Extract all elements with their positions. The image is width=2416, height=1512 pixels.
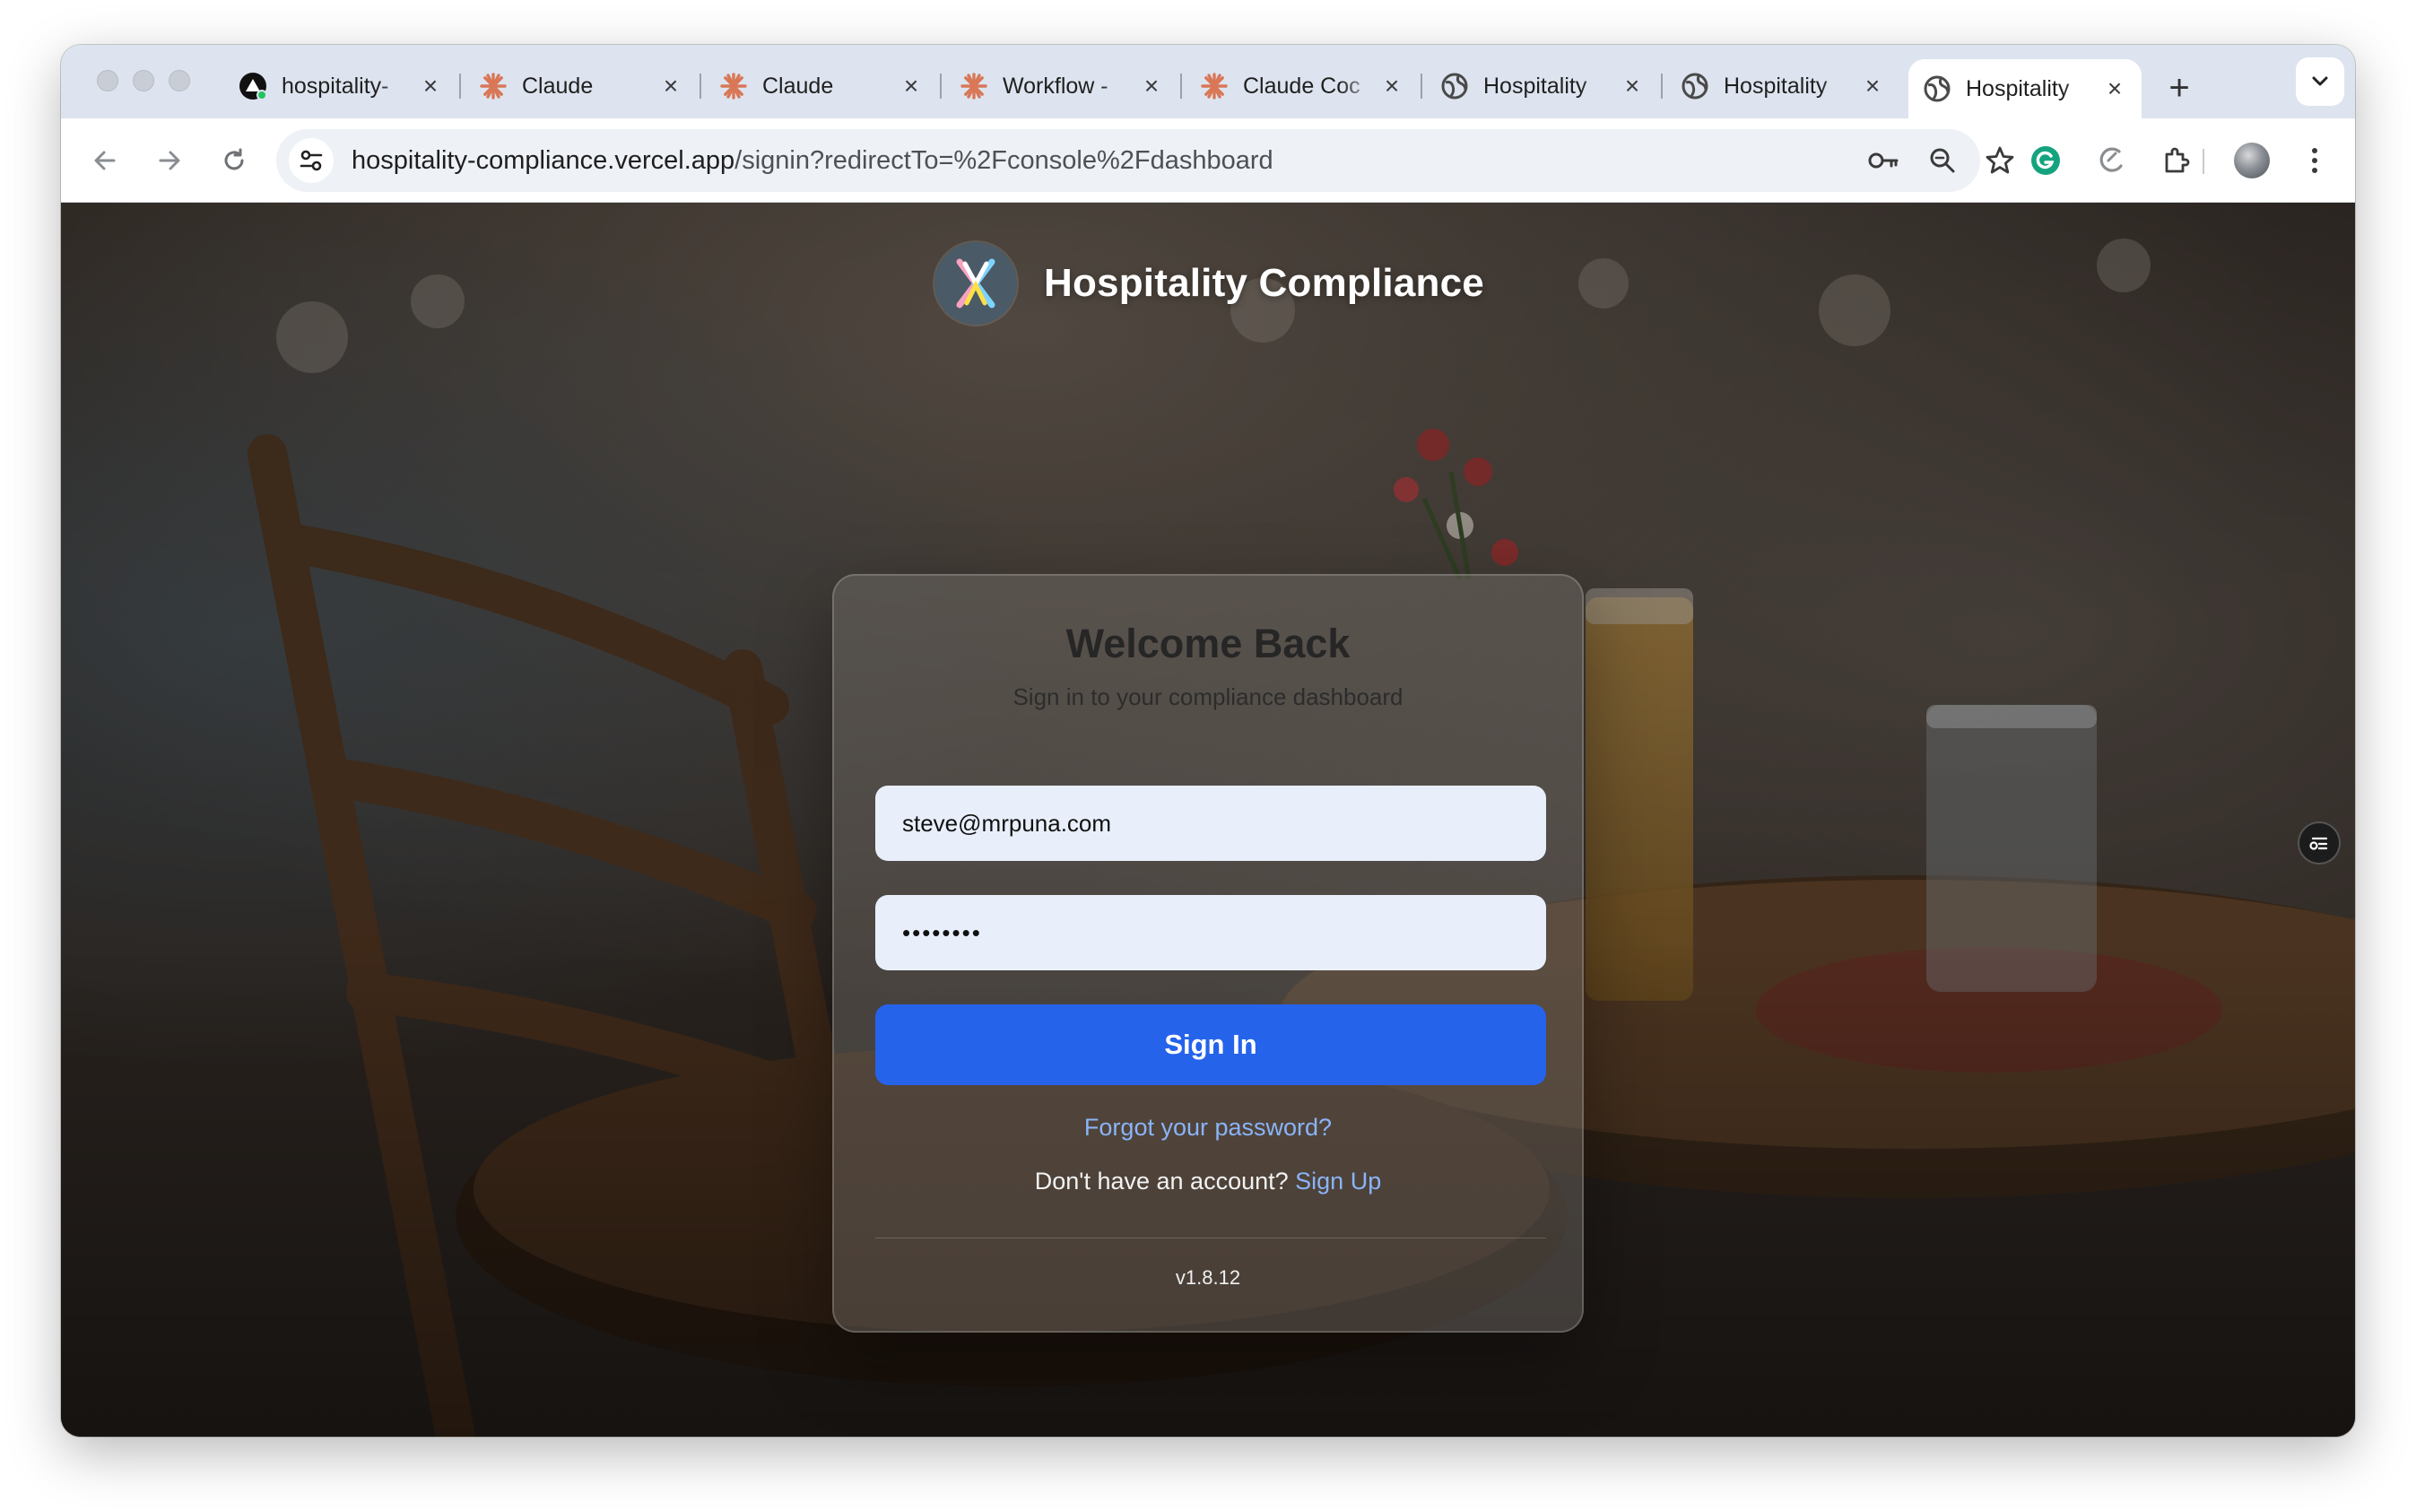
sign-in-button[interactable]: Sign In [875, 1004, 1546, 1085]
signin-subtitle: Sign in to your compliance dashboard [1012, 683, 1404, 710]
signin-card: Welcome Back Sign in to your compliance … [832, 574, 1584, 1333]
tab-title: hospitality- [282, 73, 389, 99]
browser-tab[interactable]: hospitality- × [239, 59, 445, 113]
url-path: /signin?redirectTo=%2Fconsole%2Fdashboar… [734, 146, 1273, 175]
brand-logo-icon [934, 242, 1017, 325]
browser-tab[interactable]: Claude × [719, 59, 926, 113]
claude-icon [719, 72, 748, 100]
brand-name: Hospitality Compliance [1044, 261, 1484, 305]
globe-icon [1681, 72, 1709, 100]
window-minimize-button[interactable] [133, 70, 154, 91]
url-host: hospitality-compliance.vercel.app [352, 146, 735, 175]
globe-icon [1923, 74, 1951, 103]
tab-separator [1661, 74, 1663, 99]
tab-search-button[interactable] [2296, 57, 2344, 106]
browser-tab[interactable]: Hospitality × [1681, 59, 1887, 113]
tab-separator [1421, 74, 1422, 99]
reload-button[interactable] [212, 138, 256, 183]
tab-title: Claude [762, 73, 834, 99]
extension-button[interactable] [2090, 138, 2134, 183]
new-tab-button[interactable]: + [2160, 68, 2199, 108]
close-tab-icon[interactable]: × [1618, 72, 1647, 100]
arrow-left-icon [94, 151, 116, 170]
avatar [2234, 143, 2270, 178]
grammarly-icon [2031, 146, 2060, 175]
email-field[interactable]: steve@mrpuna.com [875, 786, 1546, 861]
reload-icon [224, 148, 244, 170]
browser-tab[interactable]: Claude Coc × [1200, 59, 1406, 113]
zoom-icon [1930, 148, 1955, 173]
tab-title: Hospitality [1483, 73, 1587, 99]
tab-separator [459, 74, 461, 99]
close-tab-icon[interactable]: × [897, 72, 926, 100]
tab-title: Claude [522, 73, 594, 99]
signin-title: Welcome Back [1065, 621, 1351, 666]
forgot-password-link[interactable]: Forgot your password? [834, 1114, 1582, 1142]
bookmark-star-button[interactable] [1980, 141, 2020, 180]
forward-button[interactable] [147, 138, 192, 183]
close-tab-icon[interactable]: × [1377, 72, 1406, 100]
brand-header: Hospitality Compliance [934, 242, 1484, 325]
signup-prompt: Don't have an account? Sign Up [834, 1168, 1582, 1195]
tab-title: Hospitality [1966, 75, 2070, 101]
list-toggle-icon [2309, 837, 2328, 850]
close-tab-icon[interactable]: × [1858, 72, 1887, 100]
site-info-button[interactable] [289, 138, 334, 183]
tab-separator [1180, 74, 1182, 99]
tab-title: Hospitality [1724, 73, 1828, 99]
close-tab-icon[interactable]: × [656, 72, 685, 100]
arrow-right-icon [159, 151, 180, 170]
kebab-menu-icon [2312, 148, 2317, 173]
zoom-button[interactable] [1923, 141, 1962, 180]
page-content: Hospitality Compliance Welcome Back Sign… [61, 203, 2355, 1437]
app-version: v1.8.12 [1175, 1266, 1241, 1289]
sign-up-link[interactable]: Sign Up [1295, 1168, 1381, 1195]
claude-icon [960, 72, 988, 100]
tab-separator [940, 74, 942, 99]
key-icon [1868, 152, 1899, 169]
email-value: steve@mrpuna.com [902, 809, 1112, 837]
globe-icon [1440, 72, 1469, 100]
puzzle-piece-icon [2165, 147, 2190, 173]
tab-separator [700, 74, 701, 99]
chevron-down-icon [2312, 76, 2328, 86]
browser-menu-button[interactable] [2292, 138, 2337, 183]
close-tab-icon[interactable]: × [416, 72, 445, 100]
url-text[interactable]: hospitality-compliance.vercel.app/signin… [352, 146, 1273, 176]
tab-title: Claude Coc [1243, 73, 1360, 99]
toolbar-separator [2203, 149, 2204, 174]
crescent-extension-icon [2099, 147, 2123, 172]
browser-tab[interactable]: Hospitality × [1440, 59, 1647, 113]
floating-widget-button[interactable] [2298, 821, 2341, 865]
claude-icon [1200, 72, 1229, 100]
password-field[interactable]: •••••••• [875, 895, 1546, 970]
browser-tab-active[interactable]: Hospitality × [1908, 59, 2142, 118]
star-icon [1986, 146, 2014, 174]
close-tab-icon[interactable]: × [1137, 72, 1166, 100]
tab-title: Workflow - [1003, 73, 1108, 99]
extensions-menu-button[interactable] [2154, 138, 2199, 183]
window-close-button[interactable] [97, 70, 118, 91]
window-zoom-button[interactable] [169, 70, 190, 91]
close-tab-icon[interactable]: × [2100, 74, 2129, 103]
profile-button[interactable] [2229, 138, 2274, 183]
back-button[interactable] [83, 138, 127, 183]
browser-tab[interactable]: Workflow - × [960, 59, 1166, 113]
browser-toolbar: hospitality-compliance.vercel.app/signin… [61, 118, 2355, 203]
password-key-button[interactable] [1864, 141, 1903, 180]
browser-window: hospitality- × Claude × Claude × Workflo… [61, 45, 2355, 1437]
vercel-icon [239, 72, 267, 100]
no-account-text: Don't have an account? [1034, 1168, 1289, 1195]
address-bar[interactable]: hospitality-compliance.vercel.app/signin… [276, 129, 2014, 192]
claude-icon [479, 72, 508, 100]
tab-strip: hospitality- × Claude × Claude × Workflo… [61, 45, 2355, 118]
grammarly-extension-button[interactable] [2023, 138, 2068, 183]
tune-icon [300, 150, 323, 171]
password-value: •••••••• [902, 918, 982, 946]
browser-tab[interactable]: Claude × [479, 59, 685, 113]
